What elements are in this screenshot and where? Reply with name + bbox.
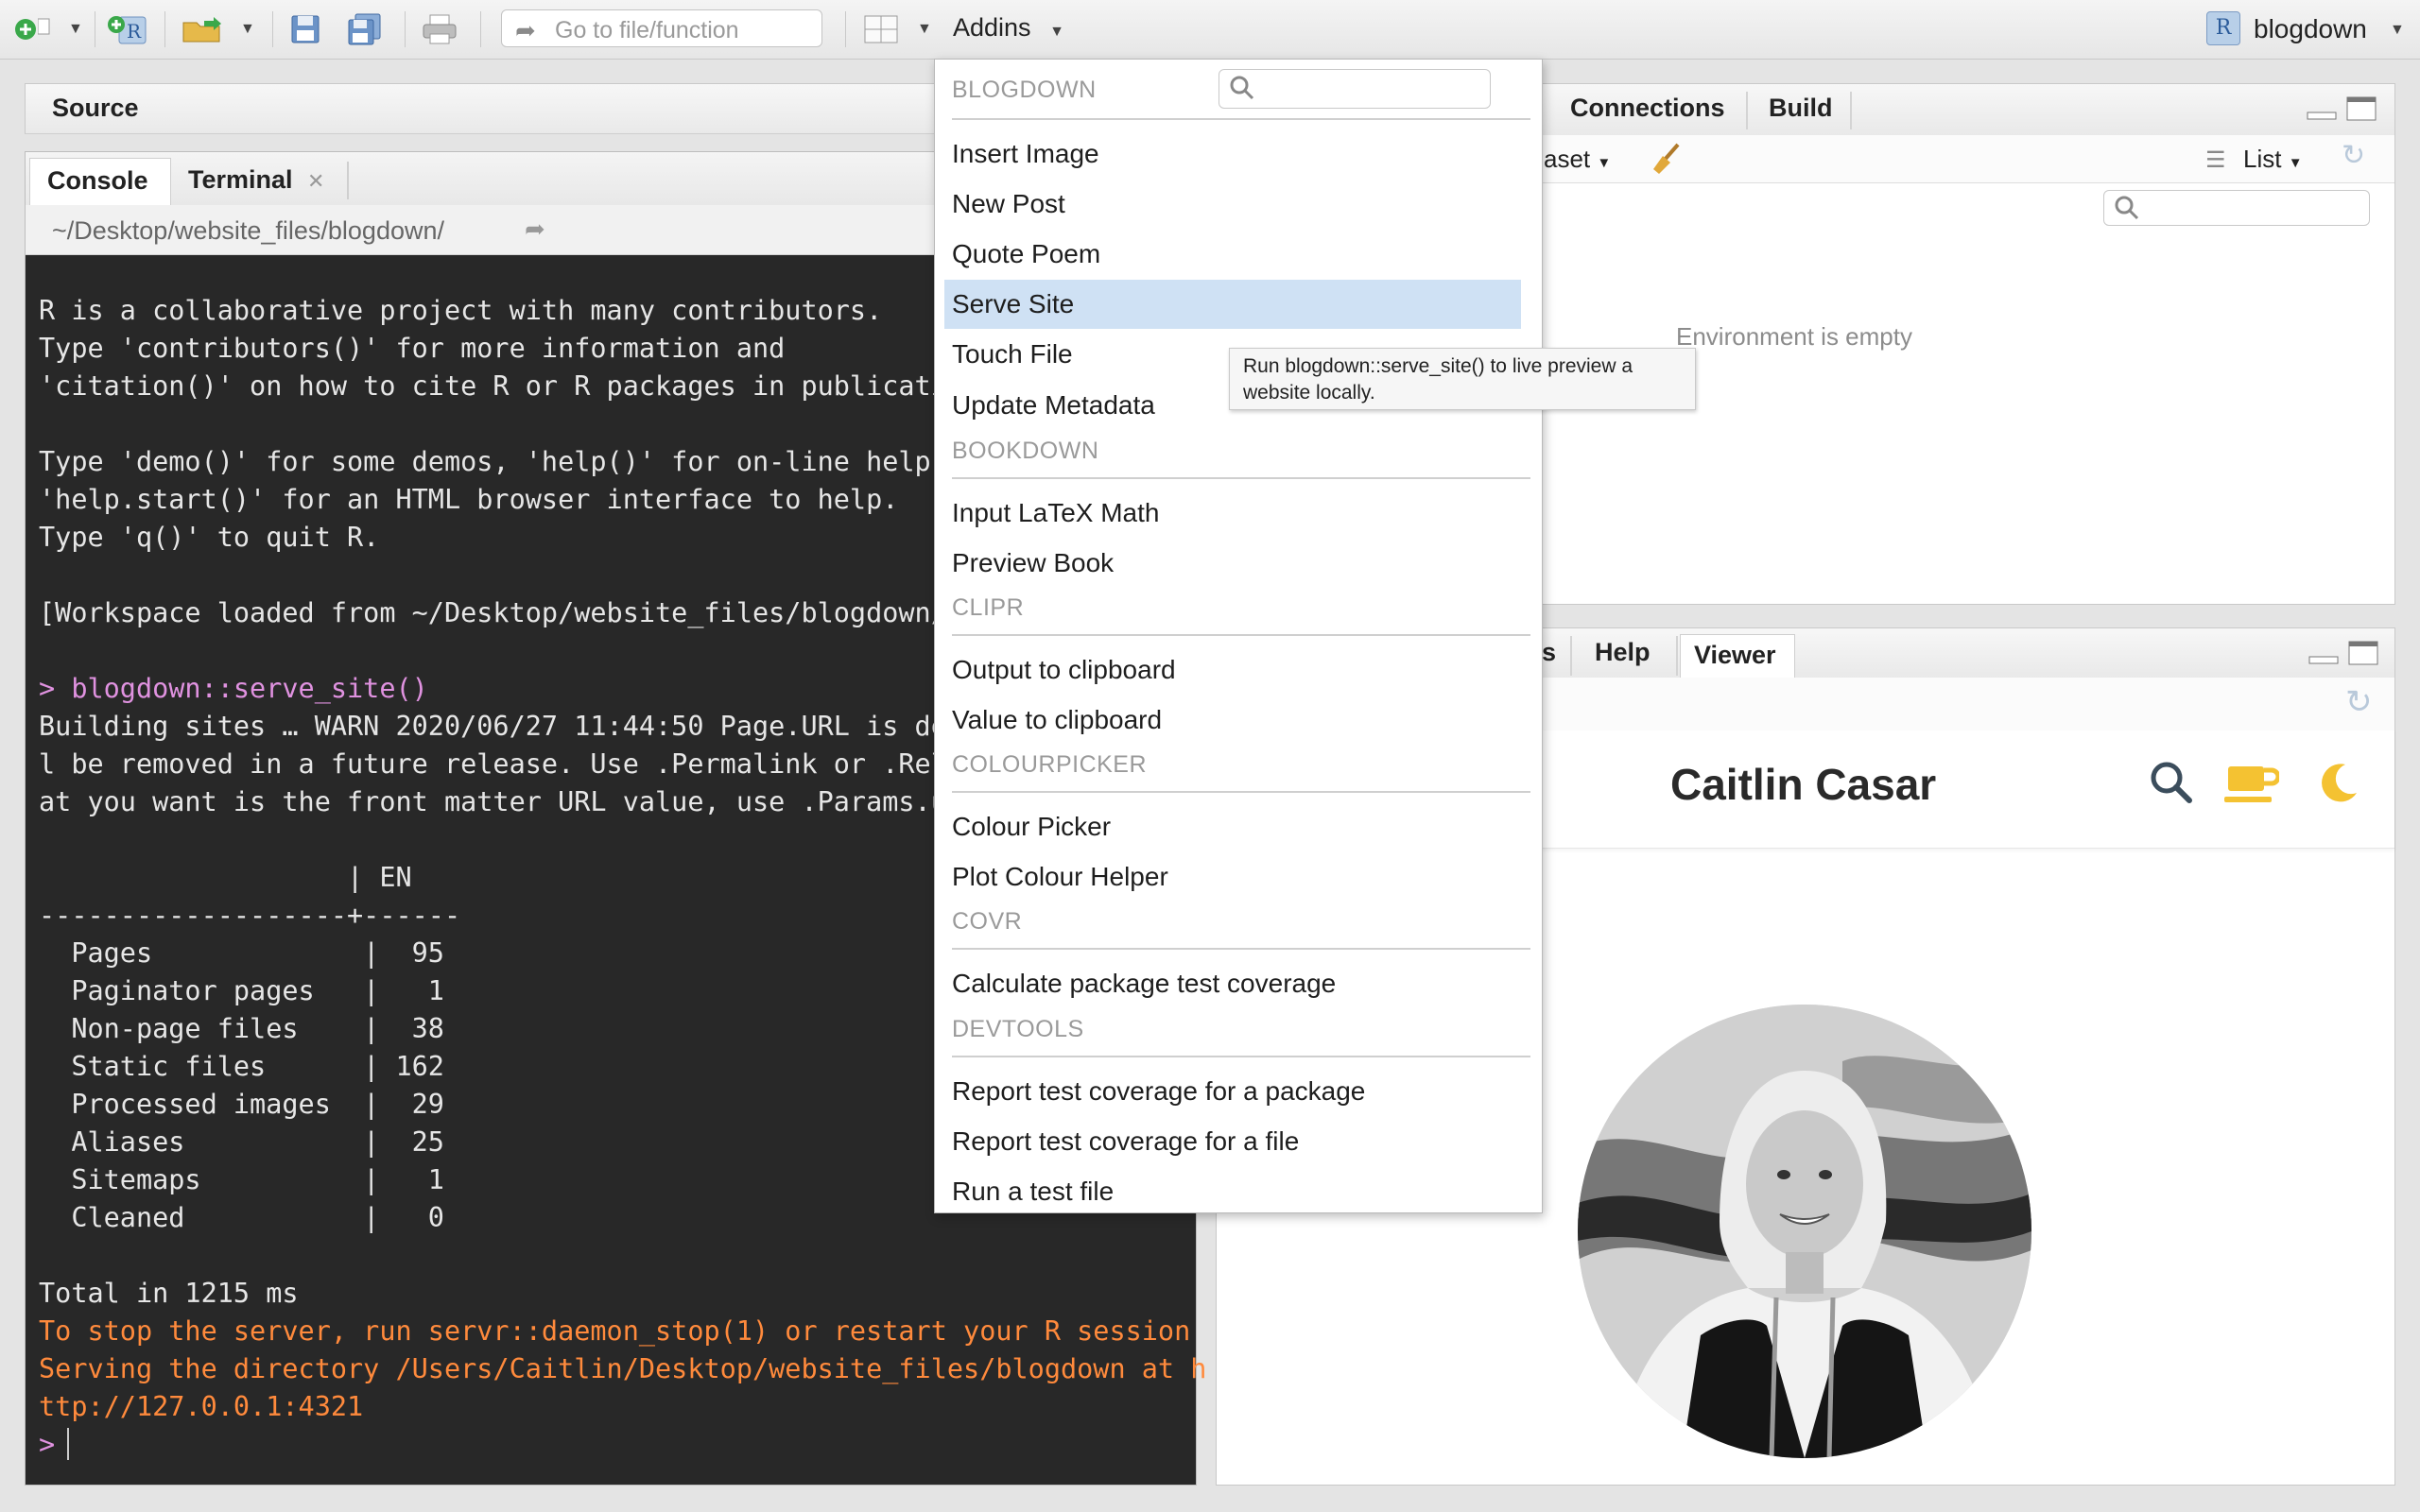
close-icon[interactable]: ✕ [307,169,324,193]
pane-layout-icon[interactable] [864,13,898,45]
env-tabbar: Connections Build [1542,84,2394,136]
menu-item-output-to-clipboard[interactable]: Output to clipboard [935,645,1542,695]
working-directory[interactable]: ~/Desktop/website_files/blogdown/ [52,216,444,246]
moon-icon[interactable] [2317,761,2360,806]
clear-broom-icon[interactable] [1650,141,1684,180]
open-chevron-down-icon[interactable]: ▼ [240,13,255,45]
go-to-placeholder: Go to file/function [555,17,739,43]
go-to-arrow-icon: ➦ [515,16,536,44]
menu-header-devtools: DEVTOOLS [952,1016,1084,1042]
refresh-icon[interactable]: ↻ [2342,139,2365,172]
menu-item-run-test-file[interactable]: Run a test file [935,1167,1542,1216]
site-title[interactable]: Caitlin Casar [1670,759,1936,810]
addins-dropdown-menu: BLOGDOWN Insert Image New Post Quote Poe… [934,59,1543,1213]
menu-item-colour-picker[interactable]: Colour Picker [935,802,1542,851]
menu-header-bookdown: BOOKDOWN [952,438,1099,464]
tab-connections[interactable]: Connections [1570,94,1725,123]
tab-terminal[interactable]: Terminal ✕ [188,165,324,195]
menu-item-serve-site[interactable]: Serve Site [944,280,1521,329]
menu-divider [952,1056,1530,1057]
serve-site-tooltip: Run blogdown::serve_site() to live previ… [1229,348,1696,410]
menu-item-preview-book[interactable]: Preview Book [935,539,1542,588]
list-view-button[interactable]: List ▼ [2243,145,2303,174]
new-project-icon[interactable]: R [106,13,149,45]
tab-help[interactable]: Help [1595,638,1651,667]
maximize-icon[interactable] [2347,640,2379,665]
main-toolbar: ▼ R ▼ ➦ Go to file/function ▼ Addins ▼ R… [0,0,2420,60]
project-chevron-down-icon: ▼ [2390,22,2405,38]
menu-divider [952,948,1530,950]
menu-header-colourpicker: COLOURPICKER [952,751,1148,778]
tab-viewer[interactable]: Viewer [1680,634,1795,679]
profile-photo [1578,1005,2031,1458]
tab-console[interactable]: Console [29,158,171,206]
addins-chevron-down-icon: ▼ [1049,24,1064,40]
import-dataset-button[interactable]: aset ▼ [1544,145,1611,174]
environment-pane: Connections Build aset ▼ ☰ List ▼ ↻ Envi… [1541,83,2395,605]
minimize-icon[interactable] [2306,97,2338,122]
menu-item-new-post[interactable]: New Post [935,180,1542,229]
go-to-directory-icon[interactable]: ➦ [525,215,545,244]
console-line: Total in 1215 ms [39,1278,299,1309]
print-icon[interactable] [422,13,458,45]
menu-divider [952,634,1530,636]
menu-header-blogdown: BLOGDOWN [952,77,1097,103]
console-line: ttp://127.0.0.1:4321 [39,1391,364,1422]
menu-item-report-coverage-file[interactable]: Report test coverage for a file [935,1117,1542,1166]
source-title[interactable]: Source [52,94,139,123]
search-icon [1230,76,1254,100]
addins-search-input[interactable] [1219,69,1491,109]
menu-divider [952,791,1530,793]
project-name: blogdown [2254,14,2367,43]
tab-build[interactable]: Build [1769,94,1833,123]
open-folder-icon[interactable] [182,13,225,45]
layout-chevron-down-icon[interactable]: ▼ [917,13,932,45]
tab-packages[interactable]: s [1542,638,1556,667]
menu-header-covr: COVR [952,908,1023,935]
console-cursor [67,1428,69,1460]
env-toolbar: aset ▼ ☰ List ▼ ↻ [1542,135,2394,183]
addins-menu-button[interactable]: Addins ▼ [953,13,1064,43]
menu-item-input-latex-math[interactable]: Input LaTeX Math [935,489,1542,538]
list-view-icon[interactable]: ☰ [2205,146,2226,174]
menu-item-value-to-clipboard[interactable]: Value to clipboard [935,696,1542,745]
menu-header-clipr: CLIPR [952,594,1025,621]
menu-divider [952,477,1530,479]
search-icon[interactable] [2148,759,2195,806]
menu-item-plot-colour-helper[interactable]: Plot Colour Helper [935,852,1542,902]
console-line: To stop the server, run servr::daemon_st… [39,1315,1191,1347]
svg-text:R: R [127,20,142,43]
menu-item-calculate-test-coverage[interactable]: Calculate package test coverage [935,959,1542,1008]
coffee-cup-icon[interactable] [2224,763,2279,806]
minimize-icon[interactable] [2308,642,2340,666]
menu-item-report-coverage-package[interactable]: Report test coverage for a package [935,1067,1542,1116]
menu-item-quote-poem[interactable]: Quote Poem [935,230,1542,279]
save-icon[interactable] [289,13,321,45]
env-search-input[interactable] [2103,190,2370,226]
new-file-icon[interactable] [13,13,51,45]
console-line: > [39,1429,56,1460]
refresh-icon[interactable]: ↻ [2345,683,2373,721]
new-file-chevron-down-icon[interactable]: ▼ [68,13,83,45]
search-icon [2115,196,2139,220]
maximize-icon[interactable] [2345,95,2377,121]
environment-empty-message: Environment is empty [1676,322,1912,351]
console-line: Serving the directory /Users/Caitlin/Des… [39,1353,1207,1384]
go-to-file-input[interactable]: ➦ Go to file/function [501,9,822,47]
menu-item-insert-image[interactable]: Insert Image [935,129,1542,179]
save-all-icon[interactable] [346,13,386,45]
r-project-icon: R [2206,11,2240,45]
addins-label: Addins [953,13,1031,42]
menu-divider [952,118,1530,120]
